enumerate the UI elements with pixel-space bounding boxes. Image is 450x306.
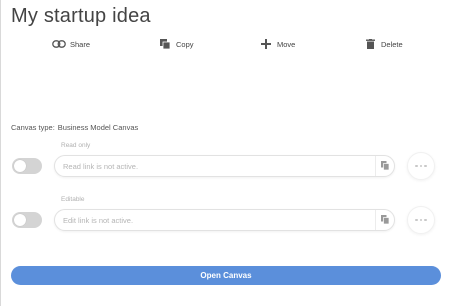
copy-icon — [381, 211, 390, 229]
editable-toggle[interactable] — [12, 212, 42, 228]
copy-label: Copy — [176, 39, 194, 49]
canvas-type-label: Canvas type: — [11, 123, 55, 132]
page-title: My startup idea — [11, 5, 151, 27]
copy-button[interactable]: Copy — [158, 36, 194, 52]
copy-edit-link-button[interactable] — [375, 210, 394, 230]
edit-link-field[interactable]: Edit link is not active. — [54, 209, 395, 231]
edit-link-more-button[interactable] — [407, 206, 435, 234]
move-button[interactable]: Move — [259, 36, 295, 52]
open-canvas-button[interactable]: Open Canvas — [11, 266, 441, 285]
read-link-text: Read link is not active. — [63, 162, 139, 171]
edit-link-text: Edit link is not active. — [63, 216, 134, 225]
delete-label: Delete — [381, 39, 403, 49]
more-icon — [415, 164, 427, 168]
move-label: Move — [277, 39, 296, 49]
canvas-type: Canvas type: Business Model Canvas — [11, 123, 138, 132]
trash-icon — [363, 38, 377, 50]
editable-label: Editable — [61, 196, 85, 203]
toggle-knob — [14, 214, 26, 226]
canvas-type-value: Business Model Canvas — [57, 123, 139, 132]
more-icon — [415, 218, 427, 222]
copy-read-link-button[interactable] — [375, 156, 394, 176]
canvas-details-panel: My startup idea Share Copy Move Delete C… — [0, 0, 450, 306]
copy-icon — [158, 38, 172, 50]
share-label: Share — [70, 39, 91, 49]
link-icon — [52, 38, 66, 50]
read-link-more-button[interactable] — [407, 152, 435, 180]
delete-button[interactable]: Delete — [363, 36, 403, 52]
move-icon — [259, 38, 273, 50]
read-link-field[interactable]: Read link is not active. — [54, 155, 395, 177]
read-only-toggle[interactable] — [12, 158, 42, 174]
action-bar: Share Copy Move Delete — [1, 36, 450, 52]
copy-icon — [381, 157, 390, 175]
share-button[interactable]: Share — [52, 36, 90, 52]
toggle-knob — [14, 160, 26, 172]
read-only-label: Read only — [61, 142, 91, 149]
